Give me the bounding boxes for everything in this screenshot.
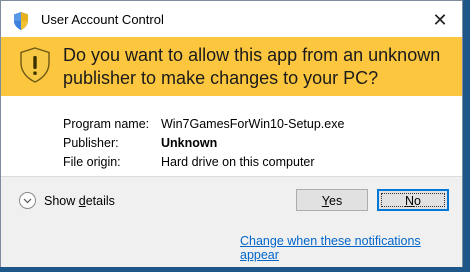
program-name-label: Program name: — [63, 117, 150, 131]
focus-rect — [381, 193, 445, 207]
publisher-value: Unknown — [161, 136, 218, 150]
uac-shield-icon — [14, 12, 28, 30]
desktop-background-bottom — [0, 267, 470, 272]
notification-settings-link[interactable]: Change when these notifications appear — [240, 234, 462, 262]
program-name-row: Program name: Win7GamesForWin10-Setup.ex… — [63, 115, 344, 134]
expand-circle — [19, 192, 36, 209]
window-title: User Account Control — [41, 12, 164, 27]
publisher-label: Publisher: — [63, 136, 119, 150]
banner-question: Do you want to allow this app from an un… — [63, 45, 441, 88]
show-details-label: Show details — [44, 194, 115, 208]
chevron-down-icon — [23, 198, 32, 203]
file-origin-label: File origin: — [63, 155, 121, 169]
file-origin-row: File origin: Hard drive on this computer — [63, 153, 344, 172]
close-icon: ✕ — [432, 9, 448, 30]
uac-shield-warning-icon — [20, 47, 50, 83]
desktop-background — [463, 0, 470, 272]
program-name-value: Win7GamesForWin10-Setup.exe — [161, 117, 345, 131]
title-bar: User Account Control ✕ — [1, 1, 462, 37]
dialog-footer: Show details Yes No Change when these no… — [1, 176, 462, 267]
show-details-accel: d — [78, 193, 86, 208]
file-origin-value: Hard drive on this computer — [161, 155, 315, 169]
show-details-toggle[interactable]: Show details — [19, 192, 115, 209]
publisher-row: Publisher: Unknown — [63, 134, 344, 153]
yes-button[interactable]: Yes — [296, 189, 368, 211]
show-details-prefix: Show — [44, 193, 79, 208]
uac-dialog: User Account Control ✕ Do you want to al… — [0, 0, 463, 267]
show-details-suffix: etails — [85, 193, 115, 208]
close-button[interactable]: ✕ — [424, 6, 456, 34]
yes-accel: Y — [321, 194, 329, 208]
yes-rest: es — [329, 194, 343, 208]
program-details: Program name: Win7GamesForWin10-Setup.ex… — [63, 115, 344, 172]
warning-banner: Do you want to allow this app from an un… — [1, 37, 462, 96]
no-button[interactable]: No — [377, 189, 449, 211]
